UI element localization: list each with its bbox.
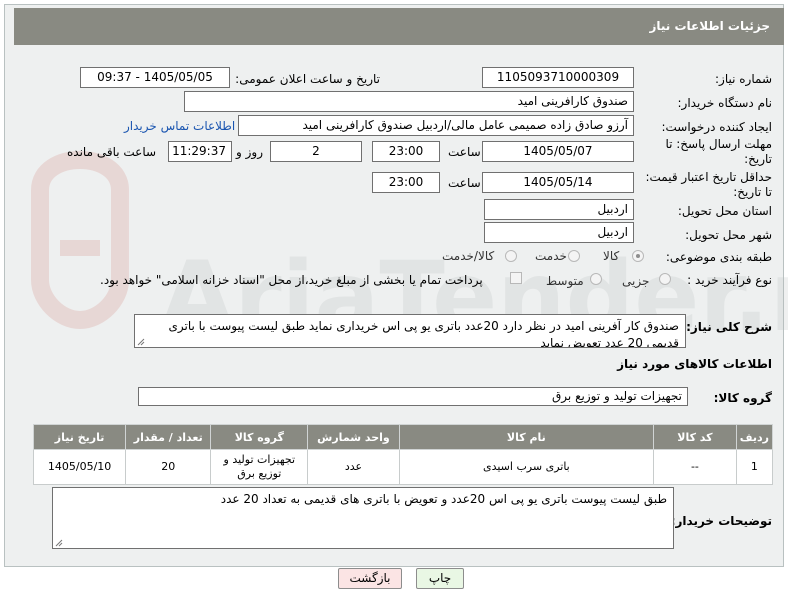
cell-name: باتری سرب اسیدی bbox=[398, 449, 655, 485]
treasury-note: پرداخت تمام یا بخشی از مبلغ خرید،از محل … bbox=[100, 273, 483, 287]
reply-deadline-label: مهلت ارسال پاسخ: تا تاریخ: bbox=[665, 137, 772, 166]
category-radio-goods-service[interactable] bbox=[505, 250, 517, 262]
days-label: روز و bbox=[236, 145, 263, 159]
announce-field[interactable]: 1405/05/05 - 09:37 bbox=[80, 67, 230, 88]
category-radio-goods[interactable] bbox=[632, 250, 644, 262]
announce-label: تاریخ و ساعت اعلان عمومی: bbox=[235, 72, 380, 86]
city-label: شهر محل تحویل: bbox=[685, 228, 772, 242]
cell-quantity: 20 bbox=[125, 449, 212, 485]
cell-unit: عدد bbox=[307, 449, 400, 485]
process-option-minor: جزیی bbox=[622, 274, 650, 288]
reply-date-field[interactable]: 1405/05/07 bbox=[482, 141, 634, 162]
treasury-checkbox[interactable] bbox=[510, 272, 522, 284]
category-label: طبقه بندی موضوعی: bbox=[665, 250, 772, 264]
remaining-label: ساعت باقی مانده bbox=[67, 145, 157, 159]
buyer-notes-label: توضیحات خریدار: bbox=[670, 514, 772, 528]
process-label: نوع فرآیند خرید : bbox=[687, 273, 772, 287]
need-number-field[interactable]: 1105093710000309 bbox=[482, 67, 634, 88]
buyer-org-label: نام دستگاه خریدار: bbox=[677, 96, 773, 110]
contact-info-link[interactable]: اطلاعات تماس خریدار bbox=[124, 119, 235, 133]
price-time-label: ساعت bbox=[448, 176, 481, 190]
goods-info-title: اطلاعات کالاهای مورد نیاز bbox=[617, 357, 772, 371]
need-number-label: شماره نیاز: bbox=[715, 72, 772, 86]
table-row[interactable]: 1 -- باتری سرب اسیدی عدد تجهیزات تولید و… bbox=[32, 449, 774, 485]
process-radio-medium[interactable] bbox=[590, 273, 602, 285]
cell-row: 1 bbox=[735, 449, 774, 485]
creator-field[interactable]: آرزو صادق زاده صمیمی عامل مالی/اردبیل صن… bbox=[238, 115, 634, 136]
price-date-field[interactable]: 1405/05/14 bbox=[482, 172, 634, 193]
price-time-field[interactable]: 23:00 bbox=[372, 172, 440, 193]
page-title: جزئیات اطلاعات نیاز bbox=[649, 19, 770, 33]
col-row: ردیف bbox=[735, 424, 774, 450]
buyer-org-field[interactable]: صندوق کارافرینی امید bbox=[184, 91, 634, 112]
buyer-notes-textarea[interactable]: طبق لیست پیوست باتری یو پی اس 20عدد و تع… bbox=[52, 487, 674, 549]
description-textarea[interactable]: صندوق کار آفرینی امید در نظر دارد 20عدد … bbox=[134, 314, 686, 348]
process-radio-minor[interactable] bbox=[659, 273, 671, 285]
print-button[interactable]: چاپ bbox=[416, 568, 464, 589]
cell-date: 1405/05/10 bbox=[32, 449, 127, 485]
page-header: جزئیات اطلاعات نیاز bbox=[14, 8, 784, 45]
description-text: صندوق کار آفرینی امید در نظر دارد 20عدد … bbox=[168, 319, 679, 348]
table-header-row: ردیف کد کالا نام کالا واحد شمارش گروه کا… bbox=[32, 424, 774, 450]
col-unit: واحد شمارش bbox=[307, 424, 400, 450]
process-option-medium: متوسط bbox=[546, 274, 584, 288]
col-quantity: تعداد / مقدار bbox=[125, 424, 212, 450]
cell-code: -- bbox=[653, 449, 737, 485]
category-option-goods-service: کالا/خدمت bbox=[442, 249, 495, 263]
col-date: تاریخ نیاز bbox=[32, 424, 127, 450]
resize-grip-icon[interactable] bbox=[55, 539, 63, 547]
price-validity-label: حداقل تاریخ اعتبار قیمت: تا تاریخ: bbox=[645, 170, 772, 199]
goods-group-field[interactable]: تجهیزات تولید و توزیع برق bbox=[138, 387, 688, 406]
days-field[interactable]: 2 bbox=[270, 141, 362, 162]
col-code: کد کالا bbox=[653, 424, 737, 450]
province-label: استان محل تحویل: bbox=[677, 204, 772, 218]
category-radio-service[interactable] bbox=[568, 250, 580, 262]
col-name: نام کالا bbox=[398, 424, 655, 450]
province-field[interactable]: اردبیل bbox=[484, 199, 634, 220]
category-option-service: خدمت bbox=[535, 249, 567, 263]
city-field[interactable]: اردبیل bbox=[484, 222, 634, 243]
remaining-time-field[interactable]: 11:29:37 bbox=[168, 141, 232, 162]
resize-grip-icon[interactable] bbox=[137, 338, 145, 346]
reply-time-field[interactable]: 23:00 bbox=[372, 141, 440, 162]
category-option-goods: کالا bbox=[603, 249, 620, 263]
reply-time-label: ساعت bbox=[448, 145, 481, 159]
buyer-notes-text: طبق لیست پیوست باتری یو پی اس 20عدد و تع… bbox=[220, 492, 667, 506]
description-label: شرح کلی نیاز: bbox=[686, 320, 772, 334]
goods-table: ردیف کد کالا نام کالا واحد شمارش گروه کا… bbox=[32, 424, 774, 485]
cell-group: تجهیزات تولید و توزیع برق bbox=[210, 449, 309, 485]
col-group: گروه کالا bbox=[210, 424, 309, 450]
goods-group-label: گروه کالا: bbox=[713, 391, 772, 405]
back-button[interactable]: بازگشت bbox=[338, 568, 402, 589]
creator-label: ایجاد کننده درخواست: bbox=[661, 120, 772, 134]
